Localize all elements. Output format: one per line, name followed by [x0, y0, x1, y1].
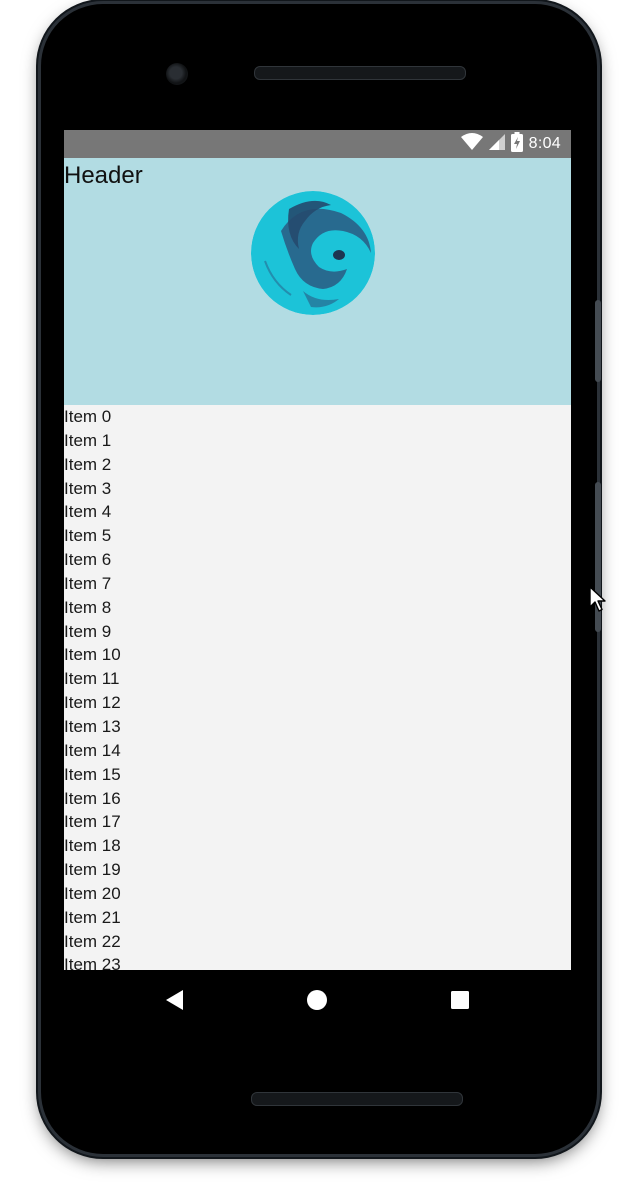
- list-item[interactable]: Item 15: [64, 763, 571, 787]
- list-item[interactable]: Item 20: [64, 882, 571, 906]
- list-item[interactable]: Item 9: [64, 620, 571, 644]
- list-item[interactable]: Item 1: [64, 429, 571, 453]
- list-item[interactable]: Item 16: [64, 787, 571, 811]
- list-item[interactable]: Item 17: [64, 810, 571, 834]
- list-item[interactable]: Item 12: [64, 691, 571, 715]
- home-icon[interactable]: [301, 984, 333, 1016]
- list-item[interactable]: Item 2: [64, 453, 571, 477]
- list-item[interactable]: Item 18: [64, 834, 571, 858]
- avatar[interactable]: [251, 191, 375, 315]
- cell-signal-icon: [488, 133, 505, 155]
- top-speaker: [254, 66, 466, 80]
- status-time: 8:04: [528, 135, 561, 152]
- list-item[interactable]: Item 5: [64, 524, 571, 548]
- header-title: Header: [64, 162, 143, 189]
- list-item[interactable]: Item 19: [64, 858, 571, 882]
- list-item[interactable]: Item 10: [64, 643, 571, 667]
- list-item[interactable]: Item 14: [64, 739, 571, 763]
- status-bar: 8:04: [64, 130, 571, 158]
- avatar-image: [251, 191, 375, 315]
- front-camera: [166, 63, 188, 85]
- app-screen: 8:04 Header Item 0 Item 1 Item 2 Item 3 …: [64, 130, 571, 970]
- list-item[interactable]: Item 11: [64, 667, 571, 691]
- power-button: [595, 300, 601, 382]
- list-item[interactable]: Item 23: [64, 953, 571, 970]
- list-item[interactable]: Item 7: [64, 572, 571, 596]
- list-item[interactable]: Item 22: [64, 930, 571, 954]
- wifi-icon: [460, 132, 483, 156]
- list-item[interactable]: Item 4: [64, 500, 571, 524]
- list-item[interactable]: Item 13: [64, 715, 571, 739]
- list-item[interactable]: Item 8: [64, 596, 571, 620]
- list-item[interactable]: Item 0: [64, 405, 571, 429]
- mouse-pointer-icon: [589, 586, 607, 617]
- list-item[interactable]: Item 6: [64, 548, 571, 572]
- back-icon[interactable]: [158, 984, 190, 1016]
- battery-charging-icon: [510, 131, 523, 157]
- item-list[interactable]: Item 0 Item 1 Item 2 Item 3 Item 4 Item …: [64, 405, 571, 970]
- navigation-bar: [64, 970, 571, 1030]
- bottom-speaker: [251, 1092, 463, 1106]
- recents-icon[interactable]: [444, 984, 476, 1016]
- list-item[interactable]: Item 21: [64, 906, 571, 930]
- collapsing-header: Header: [64, 158, 571, 405]
- list-item[interactable]: Item 3: [64, 477, 571, 501]
- status-icons: 8:04: [460, 130, 561, 158]
